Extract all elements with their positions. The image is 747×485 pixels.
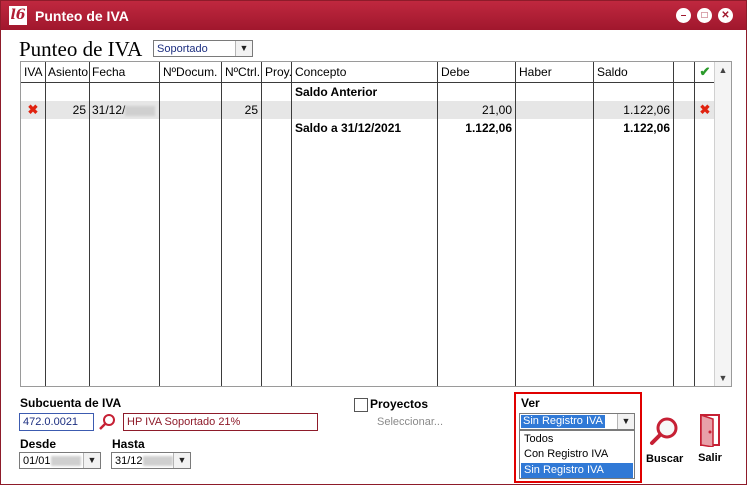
column-divider (261, 62, 262, 386)
ver-label: Ver (521, 396, 540, 410)
minimize-icon[interactable]: – (676, 8, 691, 23)
salir-button[interactable]: Salir (694, 413, 726, 465)
ver-option-con-registro[interactable]: Con Registro IVA (521, 447, 633, 462)
desde-date-picker[interactable]: 01/01 ▼ (19, 452, 101, 469)
x-icon[interactable]: ✖ (695, 101, 715, 119)
ver-select-value: Sin Registro IVA (521, 415, 605, 428)
col-header-control[interactable]: NºCtrl. (222, 62, 262, 82)
col-header-debe[interactable]: Debe (438, 62, 516, 82)
col-header-fecha[interactable]: Fecha (89, 62, 159, 82)
row-1-concepto: Saldo Anterior (295, 85, 378, 99)
salir-label: Salir (698, 452, 722, 464)
hasta-value-text: 31/12 (115, 455, 143, 467)
col-header-concepto[interactable]: Concepto (292, 62, 437, 82)
type-select[interactable]: Soportado ▼ (153, 40, 253, 57)
type-select-value: Soportado (157, 43, 208, 55)
window-title: Punteo de IVA (35, 8, 129, 24)
subcuenta-input[interactable]: 472.0.0021 (19, 413, 94, 431)
ver-option-todos[interactable]: Todos (521, 432, 633, 447)
chevron-down-icon[interactable]: ▼ (235, 41, 252, 56)
desde-value: 01/01 (23, 455, 81, 467)
ver-dropdown-list[interactable]: Todos Con Registro IVA Sin Registro IVA (519, 430, 635, 479)
row-3-saldo: 1.122,06 (623, 121, 670, 135)
redacted-year (142, 456, 173, 467)
app-logo-icon: l6 (9, 6, 27, 25)
row-2-control: 25 (244, 103, 258, 117)
chevron-down-icon[interactable]: ▼ (617, 414, 634, 429)
hasta-date-picker[interactable]: 31/12 ▼ (111, 452, 191, 469)
col-header-haber[interactable]: Haber (516, 62, 594, 82)
row-2-saldo: 1.122,06 (623, 103, 670, 117)
magnifier-icon (650, 417, 678, 445)
title-bar[interactable]: l6 Punteo de IVA – □ ✕ (1, 1, 746, 30)
x-icon[interactable]: ✖ (23, 101, 43, 119)
subcuenta-description: HP IVA Soportado 21% (123, 413, 318, 431)
column-divider (159, 62, 160, 386)
col-header-asiento[interactable]: Asiento (45, 62, 90, 82)
column-divider (673, 62, 674, 386)
redacted-year (50, 456, 81, 467)
column-divider (291, 62, 292, 386)
punteo-iva-window: l6 Punteo de IVA – □ ✕ Punteo de IVA Sop… (0, 0, 747, 485)
punteo-table: IVA Asiento Fecha NºDocum. NºCtrl. Proy.… (20, 61, 732, 387)
subcuenta-label: Subcuenta de IVA (20, 396, 122, 410)
hasta-label: Hasta (112, 437, 145, 451)
calendar-dropdown-icon[interactable]: ▼ (83, 453, 100, 468)
calendar-dropdown-icon[interactable]: ▼ (173, 453, 190, 468)
col-header-proyecto[interactable]: Proy. (262, 62, 292, 82)
check-icon[interactable]: ✔ (695, 62, 715, 82)
column-divider (515, 62, 516, 386)
row-2-fecha: 31/12/ (92, 101, 158, 119)
column-divider (89, 62, 90, 386)
vertical-scrollbar[interactable]: ▲ ▼ (714, 62, 731, 386)
row-3-concepto: Saldo a 31/12/2021 (295, 121, 402, 135)
restore-icon[interactable]: □ (697, 8, 712, 23)
ver-select[interactable]: Sin Registro IVA ▼ (519, 413, 635, 430)
desde-value-text: 01/01 (23, 455, 51, 467)
row-3-debe: 1.122,06 (465, 121, 512, 135)
row-2-asiento: 25 (72, 103, 86, 117)
hasta-value: 31/12 (115, 455, 173, 467)
scroll-up-icon[interactable]: ▲ (715, 62, 731, 78)
row-2-debe: 21,00 (481, 103, 512, 117)
redacted-year (125, 105, 156, 116)
scroll-down-icon[interactable]: ▼ (715, 370, 731, 386)
buscar-label: Buscar (646, 453, 684, 465)
ver-option-sin-registro[interactable]: Sin Registro IVA (521, 463, 633, 478)
page-title: Punteo de IVA (19, 37, 143, 61)
proyectos-select[interactable]: Seleccionar... (377, 416, 443, 428)
search-icon[interactable] (97, 412, 117, 432)
proyectos-label: Proyectos (370, 397, 429, 411)
row-2-fecha-text: 31/12/ (92, 103, 126, 117)
col-header-iva[interactable]: IVA (21, 62, 46, 82)
close-icon[interactable]: ✕ (718, 8, 733, 23)
col-header-saldo[interactable]: Saldo (594, 62, 672, 82)
desde-label: Desde (20, 437, 57, 451)
col-header-documento[interactable]: NºDocum. (160, 62, 222, 82)
exit-door-icon (700, 413, 720, 448)
proyectos-checkbox[interactable] (354, 398, 368, 412)
buscar-button[interactable]: Buscar (646, 415, 684, 465)
